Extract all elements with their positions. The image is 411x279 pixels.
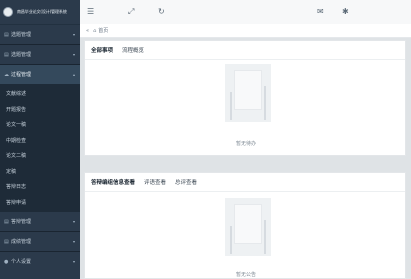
submenu-item[interactable]: 论文一稿 bbox=[0, 117, 80, 133]
sidebar-item-label: 选题管理 bbox=[11, 52, 32, 58]
sidebar-item-label: 选题管理 bbox=[11, 32, 32, 38]
chevron-down-icon: ▾ bbox=[72, 239, 75, 244]
sidebar-item-label: 过程管理 bbox=[11, 72, 32, 78]
logo-icon bbox=[3, 7, 13, 17]
submenu-item[interactable]: 答辩日志 bbox=[0, 179, 80, 195]
chevron-down-icon: ▾ bbox=[72, 259, 75, 264]
tab-process-overview[interactable]: 流程概览 bbox=[122, 46, 144, 54]
fullscreen-icon[interactable]: ⤢ bbox=[128, 7, 134, 17]
chevron-down-icon: ▾ bbox=[72, 32, 75, 37]
process-submenu: 文献综述 开题报告 论文一稿 中期检查 论文二稿 定稿 答辩日志 答辩申请 bbox=[0, 84, 80, 212]
double-chevron-left-icon[interactable]: « bbox=[86, 28, 89, 34]
list-icon: ▤ bbox=[4, 31, 9, 38]
mail-icon[interactable]: ✉ bbox=[317, 7, 324, 17]
defense-panel: 答辩编组信息查看 评语查看 总评查看 暂无公告 bbox=[84, 172, 406, 279]
sidebar-item-label: 答辩管理 bbox=[11, 219, 32, 225]
submenu-item[interactable]: 定稿 bbox=[0, 164, 80, 180]
empty-text: 暂无待办 bbox=[235, 141, 256, 147]
tab-overall-review[interactable]: 总评查看 bbox=[175, 178, 197, 186]
empty-text: 暂无公告 bbox=[235, 272, 256, 278]
list-icon: ▤ bbox=[4, 51, 9, 58]
submenu-item[interactable]: 开题报告 bbox=[0, 102, 80, 118]
sidebar-item-label: 个人设置 bbox=[11, 259, 32, 265]
chevron-up-icon: ▴ bbox=[72, 72, 75, 77]
brand: 南昌毕业论文(设计)管理系统 bbox=[0, 0, 80, 25]
defense-tabs: 答辩编组信息查看 评语查看 总评查看 bbox=[85, 173, 405, 192]
pin-icon[interactable]: ✱ bbox=[342, 7, 349, 17]
brand-title: 南昌毕业论文(设计)管理系统 bbox=[17, 9, 67, 14]
sidebar-item-label: 成绩管理 bbox=[11, 239, 32, 245]
chevron-down-icon: ▾ bbox=[72, 219, 75, 224]
sidebar-item-defense[interactable]: ▤ 答辩管理 ▾ bbox=[0, 212, 80, 231]
refresh-icon[interactable]: ↻ bbox=[158, 7, 165, 17]
menu-icon[interactable]: ☰ bbox=[87, 7, 94, 17]
submenu-item[interactable]: 答辩申请 bbox=[0, 195, 80, 211]
sidebar-item-process[interactable]: ☁ 过程管理 ▴ bbox=[0, 65, 80, 84]
sidebar-item-settings[interactable]: ● 个人设置 ▾ bbox=[0, 252, 80, 271]
submenu-item[interactable]: 中期检查 bbox=[0, 133, 80, 149]
breadcrumb: « ⌂ 首页 bbox=[80, 24, 411, 38]
tab-all-tasks[interactable]: 全部事项 bbox=[91, 46, 113, 54]
tasks-tabs: 全部事项 流程概览 bbox=[85, 41, 405, 60]
sidebar-item-topic-2[interactable]: ▤ 选题管理 ▾ bbox=[0, 45, 80, 64]
chevron-down-icon: ▾ bbox=[72, 52, 75, 57]
sidebar-item-topic[interactable]: ▤ 选题管理 ▾ bbox=[0, 25, 80, 44]
tab-comments[interactable]: 评语查看 bbox=[144, 178, 166, 186]
sidebar: 南昌毕业论文(设计)管理系统 ▤ 选题管理 ▾ ▤ 选题管理 ▾ ☁ 过程管理 … bbox=[0, 0, 80, 279]
top-bar: ☰ ⤢ ↻ ✉ ✱ bbox=[80, 0, 411, 25]
sidebar-item-grades[interactable]: ▤ 成绩管理 ▾ bbox=[0, 232, 80, 251]
breadcrumb-home[interactable]: 首页 bbox=[98, 27, 108, 34]
submenu-item[interactable]: 文献综述 bbox=[0, 86, 80, 102]
submenu-item[interactable]: 论文二稿 bbox=[0, 148, 80, 164]
empty-illustration bbox=[225, 198, 271, 256]
empty-illustration bbox=[225, 64, 271, 122]
tab-defense-group[interactable]: 答辩编组信息查看 bbox=[91, 178, 135, 186]
tasks-panel: 全部事项 流程概览 暂无待办 bbox=[84, 40, 406, 156]
list-icon: ▤ bbox=[4, 238, 9, 245]
process-icon: ☁ bbox=[4, 71, 9, 78]
list-icon: ▤ bbox=[4, 218, 9, 225]
home-icon: ⌂ bbox=[93, 27, 97, 34]
user-icon: ● bbox=[4, 258, 9, 265]
